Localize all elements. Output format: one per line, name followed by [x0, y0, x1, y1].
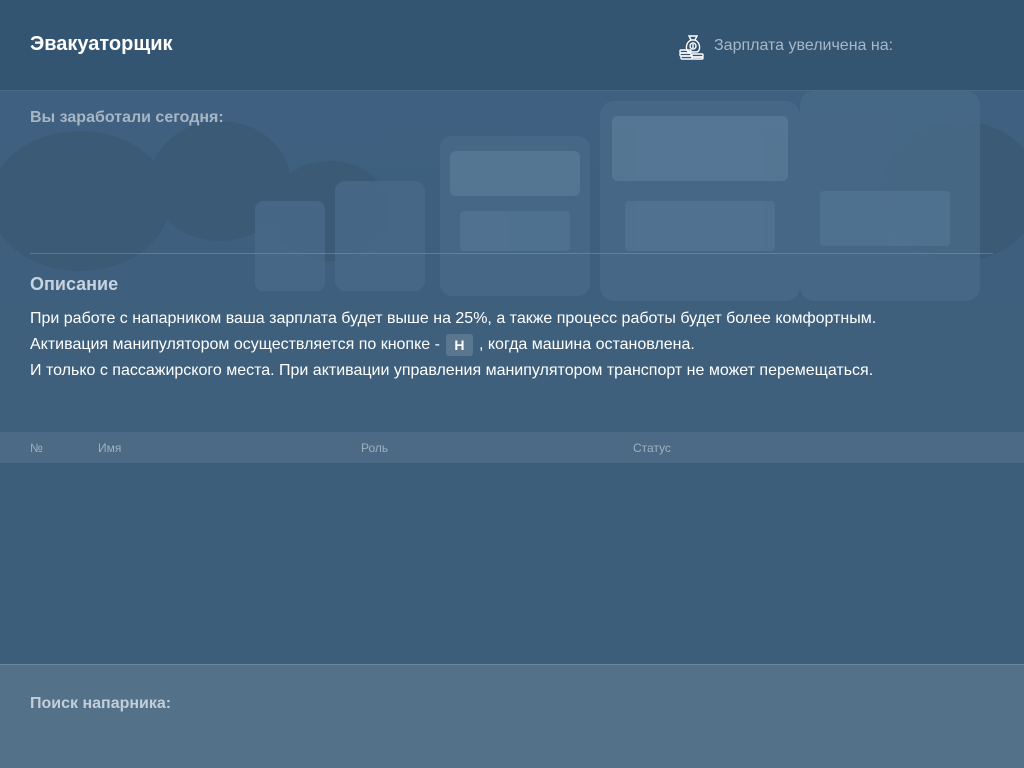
- money-bag-coins-icon: [678, 32, 706, 60]
- page-title: Эвакуаторщик: [30, 33, 173, 55]
- footer-panel: Поиск напарника:: [0, 664, 1024, 768]
- salary-increase-label: Зарплата увеличена на:: [714, 37, 894, 54]
- partners-table-body: [0, 463, 1024, 664]
- column-name: Имя: [98, 441, 122, 455]
- description-line-1: При работе с напарником ваша зарплата бу…: [30, 310, 877, 327]
- description-line-3: И только с пассажирского места. При акти…: [30, 362, 874, 379]
- description-line-2-end: , когда машина остановлена.: [478, 336, 695, 353]
- partners-table-header: № Имя Роль Статус: [0, 432, 1024, 463]
- description-text: При работе с напарником ваша зарплата бу…: [30, 306, 1010, 384]
- description-title: Описание: [30, 274, 119, 294]
- description-line-2: Активация манипулятором осуществляется п…: [30, 332, 1010, 358]
- column-number: №: [30, 441, 43, 455]
- column-status: Статус: [633, 441, 671, 455]
- column-role: Роль: [361, 441, 389, 455]
- section-divider: [30, 253, 993, 254]
- key-h-badge: H: [446, 333, 473, 356]
- salary-increase-indicator: Зарплата увеличена на:: [678, 32, 893, 60]
- earned-today-label: Вы заработали сегодня:: [30, 109, 224, 126]
- partner-search-label: Поиск напарника:: [30, 695, 172, 712]
- description-line-2-start: Активация манипулятором осуществляется п…: [30, 336, 440, 353]
- header-bar: Эвакуаторщик Зарплата увеличена на:: [0, 0, 1024, 91]
